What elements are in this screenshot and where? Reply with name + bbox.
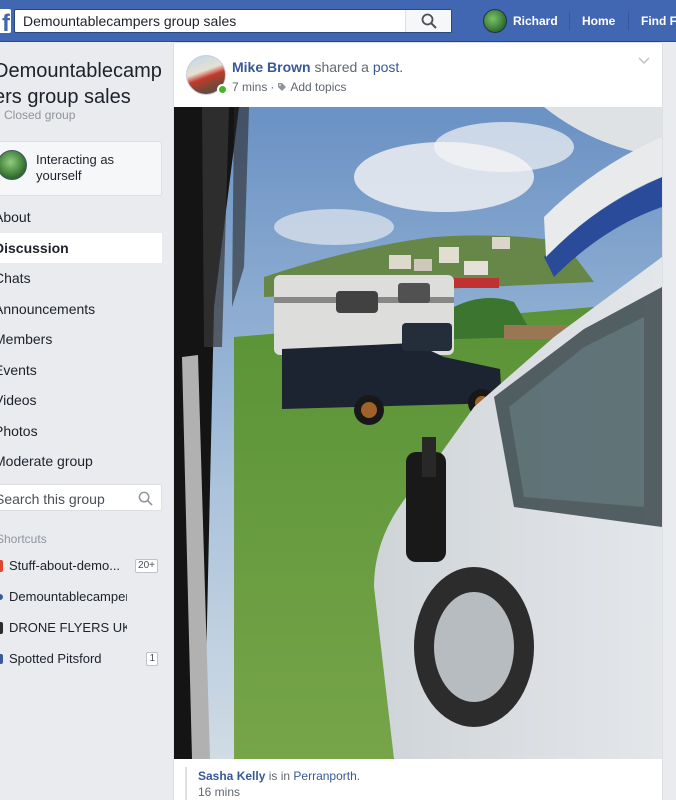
- shortcuts-heading: Shortcuts: [0, 532, 47, 546]
- find-friends-link[interactable]: Find F: [641, 14, 676, 28]
- post-meta: 7 mins · Add topics: [232, 80, 346, 94]
- shortcut-label[interactable]: Demountablecampers ...: [9, 589, 127, 604]
- group-icon: [0, 622, 3, 634]
- avatar[interactable]: [483, 9, 507, 33]
- group-sidebar: Demountablecamp ers group sales Closed g…: [0, 42, 170, 800]
- shared-timestamp[interactable]: 16 mins: [198, 785, 240, 799]
- group-search-input[interactable]: Search this group: [0, 484, 162, 511]
- nav-item-chats[interactable]: Chats: [0, 263, 162, 294]
- shortcut-item[interactable]: Spotted Pitsford 1: [0, 644, 162, 675]
- search-icon[interactable]: [138, 491, 153, 506]
- post-photo[interactable]: [174, 107, 662, 759]
- tag-icon: [278, 83, 287, 91]
- shortcut-item[interactable]: DRONE FLYERS UK & Ir...: [0, 613, 162, 644]
- interacting-as-label: Interacting as yourself: [36, 152, 115, 183]
- shortcut-item[interactable]: Demountablecampers ...: [0, 582, 162, 613]
- shortcut-label[interactable]: Stuff-about-demo...: [9, 558, 127, 573]
- post-timestamp[interactable]: 7 mins: [232, 80, 267, 94]
- nav-divider: [628, 12, 629, 30]
- search-icon: [421, 13, 437, 29]
- home-link[interactable]: Home: [582, 14, 615, 28]
- top-bar: f Demountablecampers group sales Richard…: [0, 0, 676, 42]
- photo-image: [174, 107, 662, 759]
- group-nav: About Discussion Chats Announcements Mem…: [0, 202, 162, 477]
- shared-post-attribution: Sasha Kelly is in Perranporth. 16 mins: [185, 767, 655, 800]
- feed-post: Mike Brown shared a post. 7 mins · Add t…: [173, 42, 663, 800]
- group-privacy: Closed group: [0, 108, 75, 122]
- group-title[interactable]: Demountablecamp ers group sales: [0, 58, 164, 110]
- notification-badge: 1: [146, 652, 158, 666]
- online-status-dot: [217, 84, 228, 95]
- search-button[interactable]: [405, 10, 451, 32]
- global-search-input[interactable]: Demountablecampers group sales: [14, 9, 452, 33]
- notification-badge: 20+: [135, 559, 158, 573]
- separator-dot: ·: [270, 80, 275, 94]
- chevron-down-icon[interactable]: [638, 57, 650, 65]
- post-action-text: shared a: [314, 59, 369, 75]
- post-author-link[interactable]: Mike Brown: [232, 59, 311, 75]
- post-object-link[interactable]: post.: [373, 59, 403, 75]
- shared-post-header: Sasha Kelly is in Perranporth.: [198, 769, 360, 783]
- nav-item-announcements[interactable]: Announcements: [0, 294, 162, 325]
- shortcut-item[interactable]: Stuff-about-demo... 20+: [0, 551, 162, 582]
- add-topics-link[interactable]: Add topics: [290, 80, 346, 94]
- nav-item-discussion[interactable]: Discussion: [0, 232, 162, 263]
- nav-item-events[interactable]: Events: [0, 355, 162, 386]
- group-icon: [0, 594, 3, 600]
- facebook-logo-icon[interactable]: f: [0, 9, 11, 33]
- post-header: Mike Brown shared a post.: [232, 59, 403, 75]
- avatar: [0, 150, 27, 180]
- shared-author-link[interactable]: Sasha Kelly: [198, 769, 265, 783]
- nav-item-photos[interactable]: Photos: [0, 416, 162, 447]
- shared-is-in-text: is in: [268, 769, 291, 783]
- shortcut-label[interactable]: Spotted Pitsford: [9, 651, 127, 666]
- nav-item-about[interactable]: About: [0, 202, 162, 233]
- interacting-as-switcher[interactable]: Interacting as yourself: [0, 141, 162, 196]
- group-icon: [0, 654, 3, 664]
- shared-place-link[interactable]: Perranporth.: [293, 769, 360, 783]
- nav-divider: [569, 12, 570, 30]
- nav-item-videos[interactable]: Videos: [0, 385, 162, 416]
- nav-item-members[interactable]: Members: [0, 324, 162, 355]
- shortcut-label[interactable]: DRONE FLYERS UK & Ir...: [9, 620, 127, 635]
- group-icon: [0, 560, 3, 572]
- group-privacy-label: Closed group: [4, 108, 76, 122]
- search-query[interactable]: Demountablecampers group sales: [23, 13, 236, 29]
- group-search-placeholder[interactable]: Search this group: [0, 491, 105, 507]
- profile-name[interactable]: Richard: [513, 14, 558, 28]
- nav-item-moderate-group[interactable]: Moderate group: [0, 446, 162, 477]
